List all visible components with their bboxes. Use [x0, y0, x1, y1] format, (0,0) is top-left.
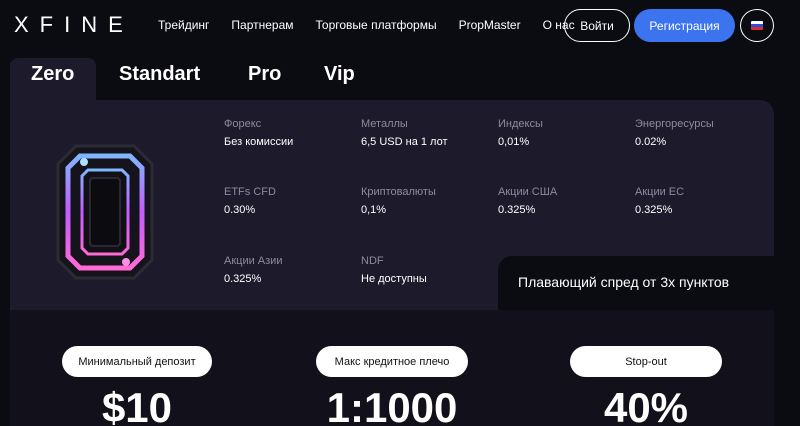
nav-item-partners[interactable]: Партнерам: [231, 18, 293, 32]
ndf-value: Не доступны: [361, 273, 427, 285]
eu-stocks-label: Акции ЕС: [635, 186, 685, 198]
min-deposit-pill: Минимальный депозит: [62, 346, 212, 377]
stop-out-value: 40%: [603, 384, 689, 426]
crypto-value: 0,1%: [361, 204, 387, 216]
nav-item-propmaster[interactable]: PropMaster: [459, 18, 521, 32]
metals-label: Металлы: [361, 118, 408, 130]
tab-standart[interactable]: Standart: [119, 63, 200, 86]
stop-out-pill: Stop-out: [570, 346, 722, 377]
nav-item-trading[interactable]: Трейдинг: [158, 18, 209, 32]
energy-label: Энергоресурсы: [635, 118, 714, 130]
us-stocks-label: Акции США: [498, 186, 558, 198]
forex-label: Форекс: [224, 118, 262, 130]
logo[interactable]: XFINE: [14, 12, 134, 38]
asia-stocks-value: 0.325%: [224, 273, 262, 285]
nav-item-platforms[interactable]: Торговые платформы: [316, 18, 437, 32]
asia-stocks-label: Акции Азии: [224, 255, 283, 267]
metals-value: 6,5 USD на 1 лот: [361, 136, 448, 148]
main-nav: Трейдинг Партнерам Торговые платформы Pr…: [158, 18, 597, 32]
forex-value: Без комиссии: [224, 136, 294, 148]
register-button[interactable]: Регистрация: [634, 9, 735, 42]
tab-vip[interactable]: Vip: [324, 63, 355, 86]
min-deposit-value: $10: [101, 384, 173, 426]
etfs-label: ETFs CFD: [224, 186, 276, 198]
tab-zero[interactable]: Zero: [31, 63, 74, 86]
eu-stocks-value: 0.325%: [635, 204, 673, 216]
etfs-value: 0.30%: [224, 204, 256, 216]
max-leverage-pill: Макс кредитное плечо: [316, 346, 468, 377]
tab-pro[interactable]: Pro: [248, 63, 281, 86]
us-stocks-value: 0.325%: [498, 204, 536, 216]
indices-value: 0,01%: [498, 136, 530, 148]
energy-value: 0.02%: [635, 136, 667, 148]
neon-zero-icon: [56, 144, 154, 280]
crypto-label: Криптовалюты: [361, 186, 436, 198]
site-header: XFINE Трейдинг Партнерам Торговые платфо…: [0, 0, 800, 52]
indices-label: Индексы: [498, 118, 543, 130]
max-leverage-value: 1:1000: [326, 384, 458, 426]
language-switcher[interactable]: [740, 9, 774, 42]
login-button[interactable]: Войти: [564, 9, 630, 42]
spread-text: Плавающий спред от 3х пунктов: [518, 274, 730, 290]
ndf-label: NDF: [361, 255, 384, 267]
russian-flag-icon: [751, 21, 763, 30]
